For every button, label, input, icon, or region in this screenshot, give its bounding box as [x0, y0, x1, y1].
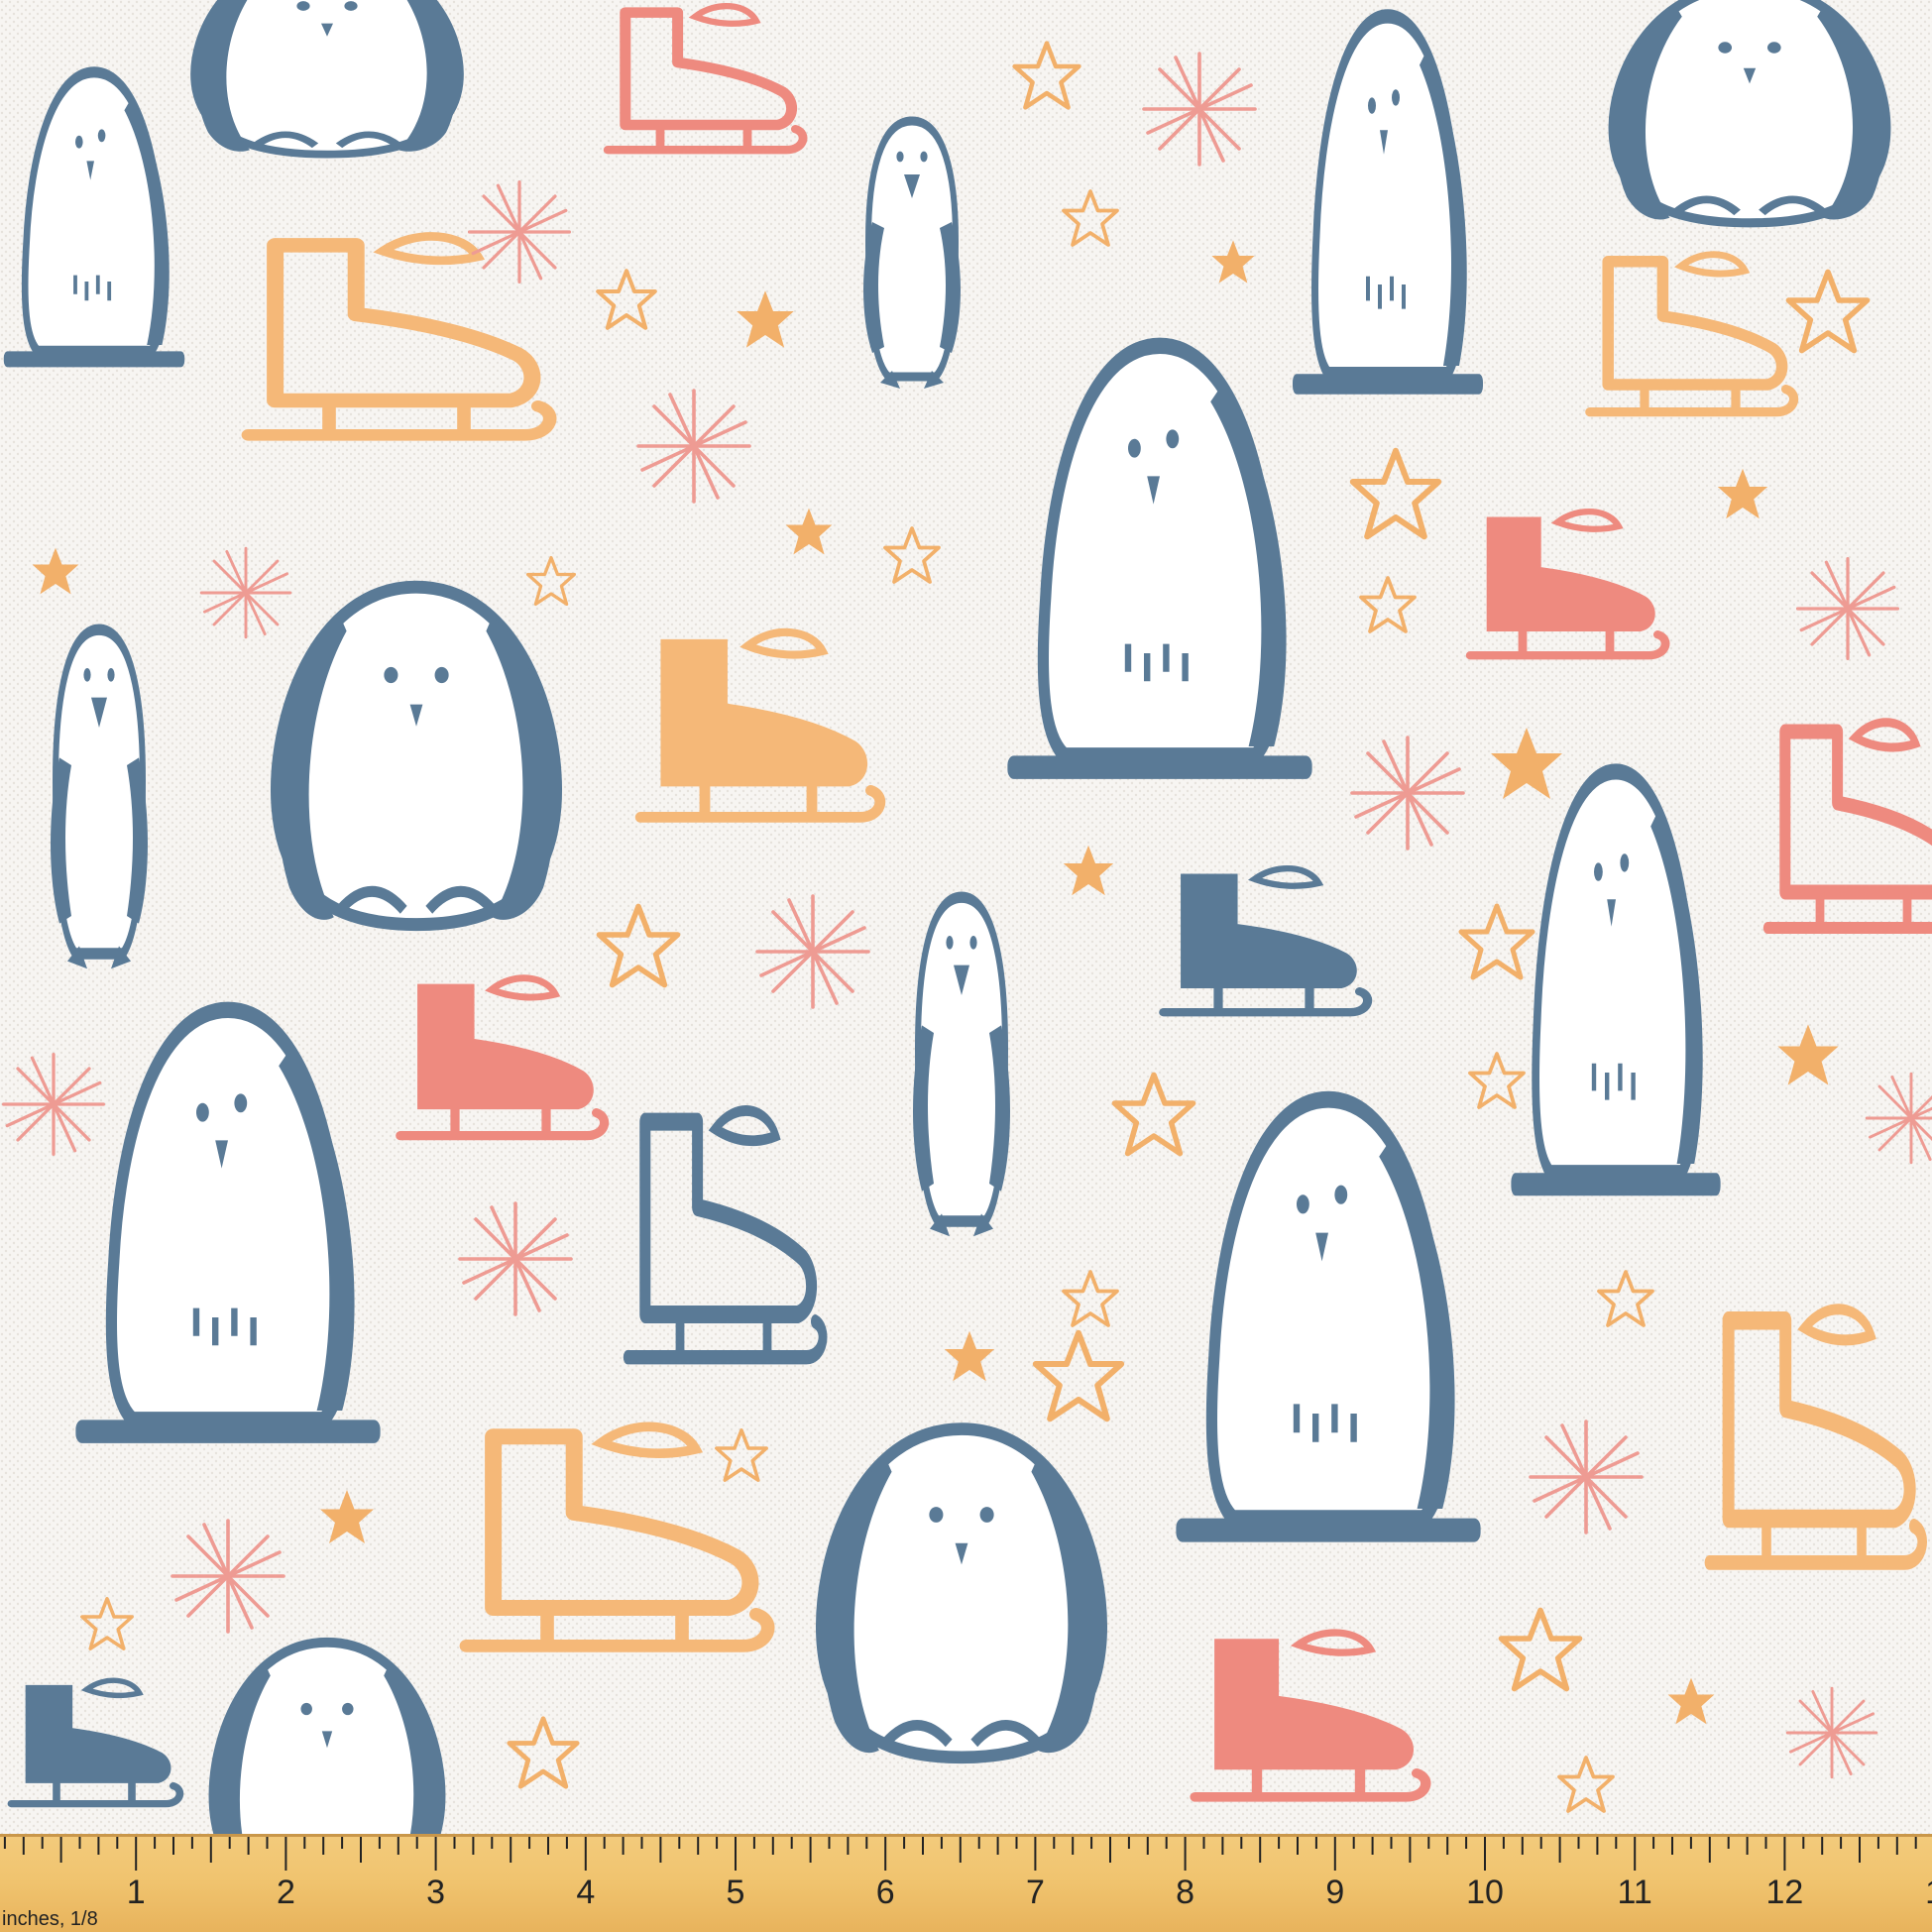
ruler-number: 12	[1765, 1874, 1803, 1911]
ruler: 1234567891011121 inches, 1/8	[0, 1834, 1932, 1932]
ruler-number: 4	[576, 1874, 595, 1911]
ruler-number: 11	[1618, 1874, 1652, 1911]
ruler-number: 5	[727, 1874, 745, 1911]
product-photo: 1234567891011121 inches, 1/8	[0, 0, 1932, 1932]
ruler-number: 1	[127, 1874, 146, 1911]
ruler-number: 6	[876, 1874, 895, 1911]
ruler-number: 8	[1176, 1874, 1194, 1911]
ruler-number: 9	[1325, 1874, 1344, 1911]
penguin-fabric-pattern	[0, 0, 1932, 1834]
ruler-number: 10	[1466, 1874, 1504, 1911]
ruler-number: 7	[1026, 1874, 1045, 1911]
ruler-unit-label: inches, 1/8	[2, 1908, 98, 1930]
ruler-number: 1	[1925, 1874, 1932, 1911]
ruler-number: 2	[277, 1874, 295, 1911]
ruler-number: 3	[426, 1874, 445, 1911]
